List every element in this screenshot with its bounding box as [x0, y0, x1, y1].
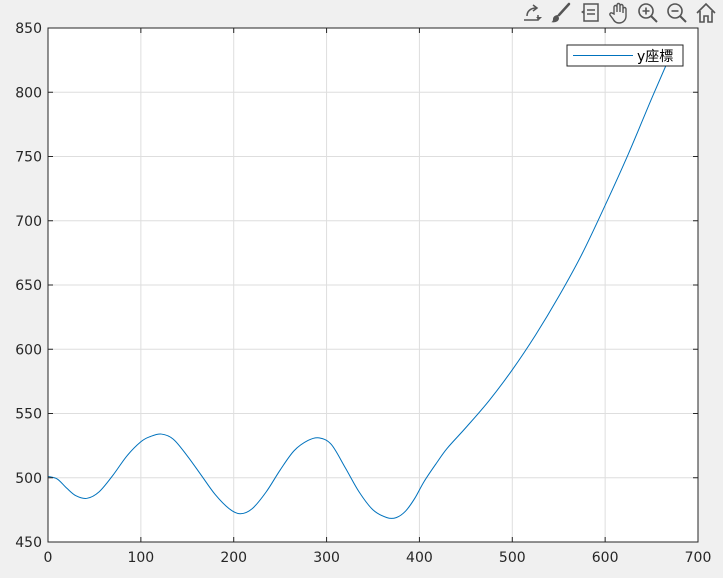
- y-tick-label: 550: [15, 407, 42, 423]
- y-tick-label: 850: [15, 21, 42, 37]
- y-tick-label: 800: [15, 85, 42, 101]
- legend[interactable]: y座標: [566, 44, 684, 67]
- y-tick-label: 600: [15, 342, 42, 358]
- zoom-out-icon[interactable]: [663, 0, 690, 26]
- x-tick-label: 0: [44, 550, 53, 566]
- legend-label: y座標: [637, 49, 673, 65]
- y-tick-label: 700: [15, 214, 42, 230]
- x-tick-label: 300: [313, 550, 340, 566]
- axes-toolbar: [518, 0, 719, 26]
- line-chart: 0 100 200 300 400 500 600 700 450 500 550 600 650 700…: [15, 21, 712, 566]
- datatip-icon[interactable]: [576, 0, 603, 26]
- x-tick-label: 400: [406, 550, 433, 566]
- home-icon[interactable]: [692, 0, 719, 26]
- x-tick-label: 100: [127, 550, 154, 566]
- y-tick-label: 500: [15, 471, 42, 487]
- export-icon[interactable]: [518, 0, 545, 26]
- x-tick-label: 500: [499, 550, 526, 566]
- zoom-in-icon[interactable]: [634, 0, 661, 26]
- y-tick-label: 750: [15, 150, 42, 166]
- x-tick-label: 200: [220, 550, 247, 566]
- x-tick-label: 600: [592, 550, 619, 566]
- x-tick-label: 700: [685, 550, 712, 566]
- pan-hand-icon[interactable]: [605, 0, 632, 26]
- y-tick-label: 450: [15, 535, 42, 551]
- y-tick-label: 650: [15, 278, 42, 294]
- brush-icon[interactable]: [547, 0, 574, 26]
- figure-window: 0 100 200 300 400 500 600 700 450 500 550 600 650 700…: [0, 0, 723, 578]
